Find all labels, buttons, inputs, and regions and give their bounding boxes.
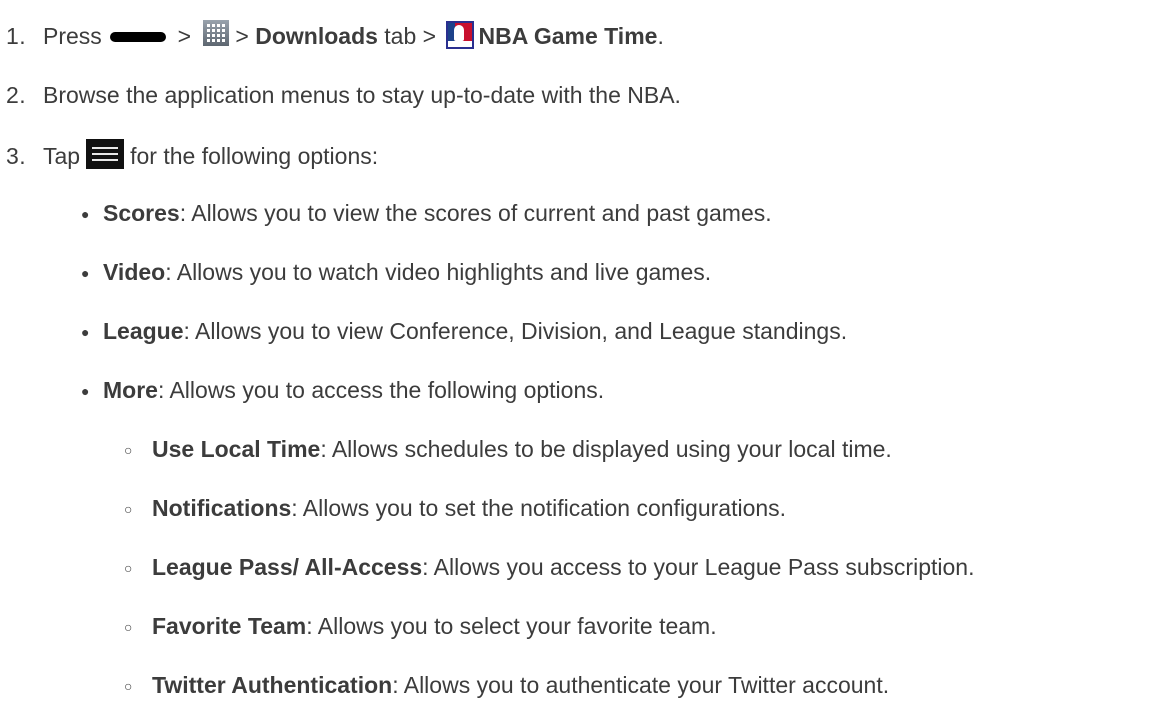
bullet-circle-icon: ○ <box>124 560 133 576</box>
bullet-circle-icon: ○ <box>124 501 133 517</box>
option-term: Scores <box>103 200 180 226</box>
option-term: League Pass/ All-Access <box>152 554 423 580</box>
option-term: League <box>103 318 184 344</box>
bullet-dot-icon: ● <box>81 206 90 222</box>
bullet-circle-icon: ○ <box>124 678 133 694</box>
option-desc: : Allows you to view the scores of curre… <box>179 200 772 226</box>
option-term: Use Local Time <box>152 436 321 462</box>
option-desc: : Allows you to access the following opt… <box>157 377 605 403</box>
step-text-tap: Tap <box>43 143 81 170</box>
step-text-rest: for the following options: <box>130 143 379 170</box>
bullet-circle-icon: ○ <box>124 442 133 458</box>
bullet-circle-icon: ○ <box>124 619 133 635</box>
option-desc: : Allows you to watch video highlights a… <box>165 259 712 285</box>
option-term: More <box>103 377 158 403</box>
option-term: Twitter Authentication <box>152 672 393 698</box>
option-term: Favorite Team <box>152 613 307 639</box>
step-number: 2. <box>6 82 27 108</box>
home-key-icon <box>110 31 167 42</box>
step-2: 2. Browse the application menus to stay u… <box>6 80 681 110</box>
option-desc: : Allows you to view Conference, Divisio… <box>183 318 848 344</box>
step-text-press: Press <box>43 23 102 50</box>
bullet-dot-icon: ● <box>81 324 90 340</box>
menu-icon <box>86 139 125 169</box>
option-desc: : Allows you to select your favorite tea… <box>306 613 717 639</box>
option-desc: : Allows schedules to be displayed using… <box>320 436 892 462</box>
option-desc: : Allows you to set the notification con… <box>291 495 787 521</box>
option-desc: : Allows you to authenticate your Twitte… <box>392 672 890 698</box>
step-number: 1. <box>6 23 27 50</box>
downloads-label: Downloads <box>255 23 378 50</box>
step-separator: > <box>177 23 192 50</box>
bullet-dot-icon: ● <box>81 265 90 281</box>
option-desc: : Allows you access to your League Pass … <box>422 554 975 580</box>
option-term: Notifications <box>152 495 292 521</box>
step-1: 1. Press > > Downloads tab > NBA Game Tim… <box>6 20 664 50</box>
step-number: 3. <box>6 143 27 170</box>
step-3: 3. Tap for the following options: <box>6 139 378 169</box>
step-separator: > <box>235 23 249 50</box>
bullet-dot-icon: ● <box>81 383 90 399</box>
nba-game-time-icon <box>446 21 475 49</box>
option-term: Video <box>103 259 166 285</box>
step-text-tab: tab > <box>384 23 437 50</box>
apps-grid-icon <box>203 20 230 46</box>
app-name-label: NBA Game Time <box>478 23 658 50</box>
step-end: . <box>657 23 664 50</box>
step-text: Browse the application menus to stay up-… <box>43 82 681 108</box>
